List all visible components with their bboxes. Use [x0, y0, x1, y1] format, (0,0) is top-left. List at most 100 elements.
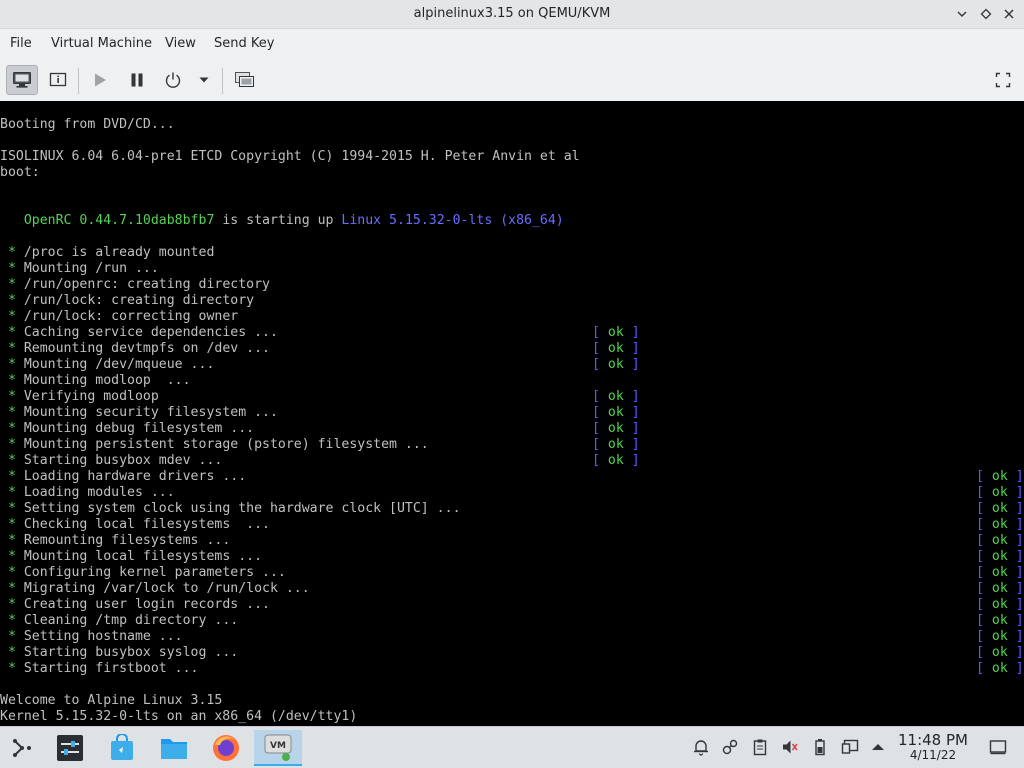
dropdown-arrow-icon[interactable]	[194, 65, 214, 95]
network-settings-icon[interactable]	[720, 737, 740, 757]
application-launcher-icon[interactable]	[4, 730, 40, 766]
status-star: *	[0, 421, 24, 436]
status-star: *	[0, 373, 24, 388]
console-line: Kernel 5.15.32-0-lts on an x86_64 (/dev/…	[0, 709, 358, 724]
console-line-text: Mounting /run ...	[23, 261, 159, 276]
ok-status: [ ok ]	[592, 453, 640, 468]
console-line-text: /run/lock: correcting owner	[23, 309, 239, 324]
console-line-text: /proc is already mounted	[23, 245, 215, 260]
clock-time[interactable]: 11:48 PM	[893, 731, 973, 749]
console-line: * Starting firstboot ...	[0, 661, 199, 677]
console-line: * Mounting debug filesystem ...	[0, 421, 254, 437]
status-star: *	[0, 469, 24, 484]
status-star: *	[0, 517, 24, 532]
toolbar-separator	[78, 68, 79, 94]
clock-date[interactable]: 4/11/22	[893, 748, 973, 762]
console-line: * Mounting /run ...	[0, 261, 159, 277]
status-star: *	[0, 261, 24, 276]
status-star: *	[0, 597, 24, 612]
status-star: *	[0, 341, 24, 356]
openrc-name: OpenRC	[23, 213, 72, 228]
console-line-text: Cleaning /tmp directory ...	[23, 613, 239, 628]
console-line: * Starting busybox mdev ...	[0, 453, 222, 469]
status-star: *	[0, 309, 24, 324]
console-line-text: Remounting filesystems ...	[23, 533, 231, 548]
toolbar-separator	[222, 68, 223, 94]
ok-status: [ ok ]	[976, 501, 1024, 516]
console-icon[interactable]	[6, 65, 38, 95]
firefox-icon[interactable]	[208, 730, 244, 766]
ok-status: [ ok ]	[592, 405, 640, 420]
status-star: *	[0, 661, 24, 676]
status-star: *	[0, 501, 24, 516]
vm-console-display[interactable]: Booting from DVD/CD... ISOLINUX 6.04 6.04…	[0, 101, 1024, 726]
volume-muted-icon[interactable]	[780, 737, 800, 757]
window-title: alpinelinux3.15 on QEMU/KVM	[413, 6, 611, 21]
notifications-icon[interactable]	[691, 737, 711, 757]
console-line: * Configuring kernel parameters ...	[0, 565, 286, 581]
toolbar	[0, 59, 1024, 101]
console-line-text: Mounting /dev/mqueue ...	[23, 357, 215, 372]
menu-send-key[interactable]: Send Key	[214, 36, 274, 51]
console-line-text: Migrating /var/lock to /run/lock ...	[23, 581, 310, 596]
status-star: *	[0, 245, 24, 260]
menu-view[interactable]: View	[165, 36, 196, 51]
console-line: * Verifying modloop	[0, 389, 159, 405]
ok-status: [ ok ]	[976, 533, 1024, 548]
console-line: * Setting system clock using the hardwar…	[0, 501, 461, 517]
taskbar: VM 11:48 PM 4/11/22	[0, 726, 1024, 768]
console-line: Booting from DVD/CD...	[0, 117, 175, 132]
minimize-icon[interactable]	[951, 3, 973, 25]
close-icon[interactable]	[998, 3, 1020, 25]
ok-status: [ ok ]	[976, 645, 1024, 660]
maximize-icon[interactable]	[975, 3, 997, 25]
console-line: * Mounting local filesystems ...	[0, 549, 262, 565]
menu-bar: File Virtual Machine View Send Key	[0, 29, 1024, 59]
snapshots-icon[interactable]	[231, 65, 259, 95]
console-line: * Remounting filesystems ...	[0, 533, 230, 549]
console-line-text: Starting firstboot ...	[23, 661, 199, 676]
svg-text:VM: VM	[270, 741, 286, 751]
run-icon[interactable]	[88, 65, 112, 95]
power-icon[interactable]	[160, 65, 186, 95]
console-line: * /proc is already mounted	[0, 245, 214, 261]
status-star: *	[0, 357, 24, 372]
details-icon[interactable]	[44, 65, 72, 95]
console-line: * Migrating /var/lock to /run/lock ...	[0, 581, 310, 597]
show-hidden-icons-icon[interactable]	[868, 737, 888, 757]
console-line-text: Mounting local filesystems ...	[23, 549, 263, 564]
file-manager-icon[interactable]	[156, 730, 192, 766]
menu-virtual-machine[interactable]: Virtual Machine	[51, 36, 152, 51]
fullscreen-icon[interactable]	[990, 65, 1016, 95]
display-icon[interactable]	[840, 737, 860, 757]
discover-store-icon[interactable]	[104, 730, 140, 766]
battery-icon[interactable]	[810, 737, 830, 757]
openrc-version: 0.44.7.10dab8bfb7	[71, 213, 223, 228]
ok-status: [ ok ]	[976, 661, 1024, 676]
status-star: *	[0, 549, 24, 564]
console-line: Welcome to Alpine Linux 3.15	[0, 693, 223, 708]
status-star: *	[0, 533, 24, 548]
virt-manager-icon[interactable]: VM	[254, 730, 302, 766]
console-line: * Mounting security filesystem ...	[0, 405, 278, 421]
ok-status: [ ok ]	[592, 421, 640, 436]
console-line: * /run/openrc: creating directory	[0, 277, 270, 293]
ok-status: [ ok ]	[976, 469, 1024, 484]
status-star: *	[0, 485, 24, 500]
status-star: *	[0, 613, 24, 628]
console-line-text: /run/lock: creating directory	[23, 293, 255, 308]
show-desktop-icon[interactable]	[988, 737, 1008, 757]
console-line-text: Mounting persistent storage (pstore) fil…	[23, 437, 429, 452]
menu-file[interactable]: File	[10, 36, 32, 51]
window-title-bar[interactable]: alpinelinux3.15 on QEMU/KVM	[0, 0, 1024, 29]
ok-status: [ ok ]	[592, 389, 640, 404]
console-line: * Mounting /dev/mqueue ...	[0, 357, 214, 373]
pause-icon[interactable]	[124, 65, 150, 95]
console-line: * Loading hardware drivers ...	[0, 469, 246, 485]
clipboard-icon[interactable]	[750, 737, 770, 757]
status-star: *	[0, 453, 24, 468]
console-line-text: Mounting modloop ...	[23, 373, 191, 388]
ok-status: [ ok ]	[592, 437, 640, 452]
console-line-text: Mounting security filesystem ...	[23, 405, 278, 420]
settings-app-icon[interactable]	[52, 730, 88, 766]
